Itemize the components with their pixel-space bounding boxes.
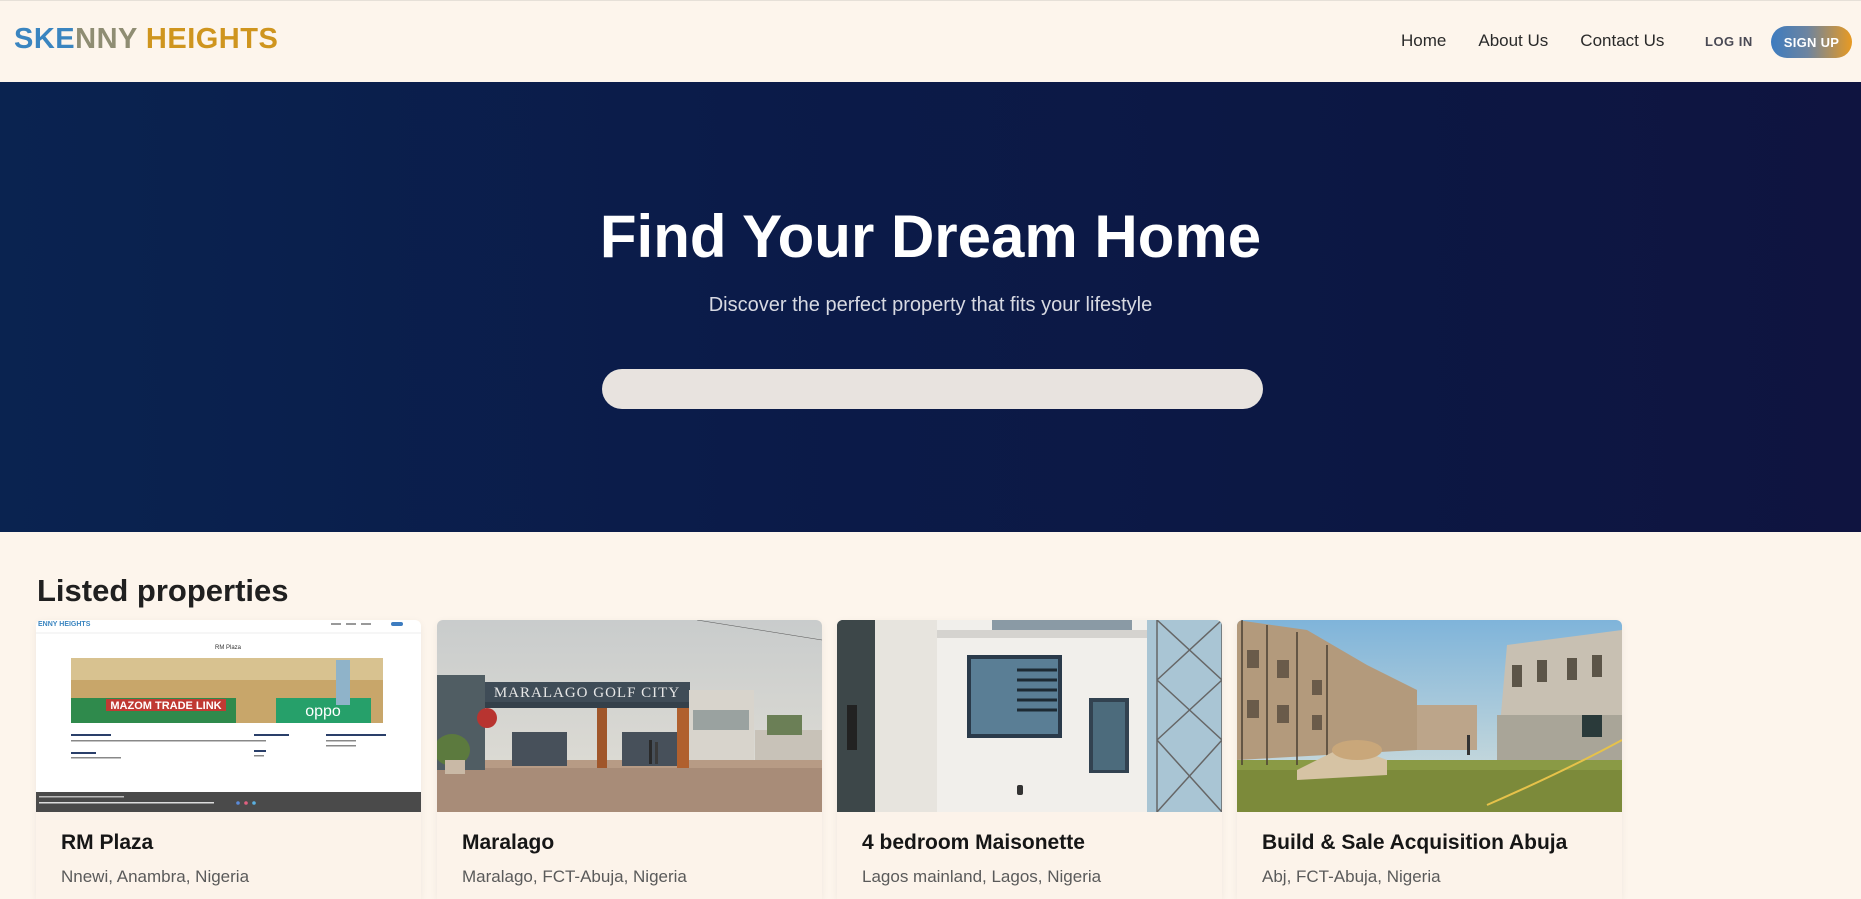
property-location: Lagos mainland, Lagos, Nigeria <box>862 867 1102 886</box>
property-card-maisonette[interactable]: 4 bedroom Maisonette Lagos mainland, Lag… <box>837 620 1222 899</box>
logo-text-part1: SKE <box>14 23 76 55</box>
property-image-house-facade <box>837 620 1222 812</box>
thumb-sign-text-1: MAZOM TRADE LINK <box>110 700 221 712</box>
thumb-sign-text-2: oppo <box>305 703 341 720</box>
login-button[interactable]: LOG IN <box>1705 34 1753 49</box>
logo-text-part2: NNY <box>75 23 146 55</box>
property-card-build-sale[interactable]: Build & Sale Acquisition Abuja Abj, FCT-… <box>1237 620 1622 899</box>
nav-link-about[interactable]: About Us <box>1478 31 1548 51</box>
property-name: 4 bedroom Maisonette <box>862 831 1085 854</box>
nav-links: Home About Us Contact Us <box>1401 31 1664 51</box>
hero-subtitle: Discover the perfect property that fits … <box>708 294 1153 316</box>
property-location: Abj, FCT-Abuja, Nigeria <box>1262 867 1441 886</box>
property-image-website-screenshot: ENNY HEIGHTS RM Plaza MAZOM TRADE LINK o… <box>36 620 421 812</box>
listings-title: Listed properties <box>37 573 289 608</box>
property-image-construction-site <box>1237 620 1622 812</box>
property-location: Nnewi, Anambra, Nigeria <box>61 867 250 886</box>
property-name: Build & Sale Acquisition Abuja <box>1262 831 1568 854</box>
hero-title: Find Your Dream Home <box>599 203 1262 270</box>
nav-link-home[interactable]: Home <box>1401 31 1446 51</box>
logo-text-part3: HEIGHTS <box>145 23 279 55</box>
property-card-maralago[interactable]: MARALAGO GOLF CITY Maralago Maralago, FC… <box>437 620 822 899</box>
nav-link-contact[interactable]: Contact Us <box>1580 31 1664 51</box>
thumb-heading-text: RM Plaza <box>215 645 242 651</box>
property-name: RM Plaza <box>61 831 154 854</box>
thumb-brand-text: ENNY HEIGHTS <box>38 621 91 628</box>
property-card-rm-plaza[interactable]: ENNY HEIGHTS RM Plaza MAZOM TRADE LINK o… <box>36 620 421 899</box>
property-location: Maralago, FCT-Abuja, Nigeria <box>462 867 687 886</box>
site-logo[interactable]: SKENNY HEIGHTS <box>14 23 278 56</box>
navbar: SKENNY HEIGHTS Home About Us Contact Us … <box>0 0 1861 82</box>
property-name: Maralago <box>462 831 555 854</box>
signup-button[interactable]: SIGN UP <box>1771 26 1852 58</box>
search-input[interactable] <box>602 369 1263 409</box>
hero-section: Find Your Dream Home Discover the perfec… <box>0 82 1861 532</box>
gate-sign-text: MARALAGO GOLF CITY <box>494 685 680 701</box>
property-image-estate-gate: MARALAGO GOLF CITY <box>437 620 822 812</box>
